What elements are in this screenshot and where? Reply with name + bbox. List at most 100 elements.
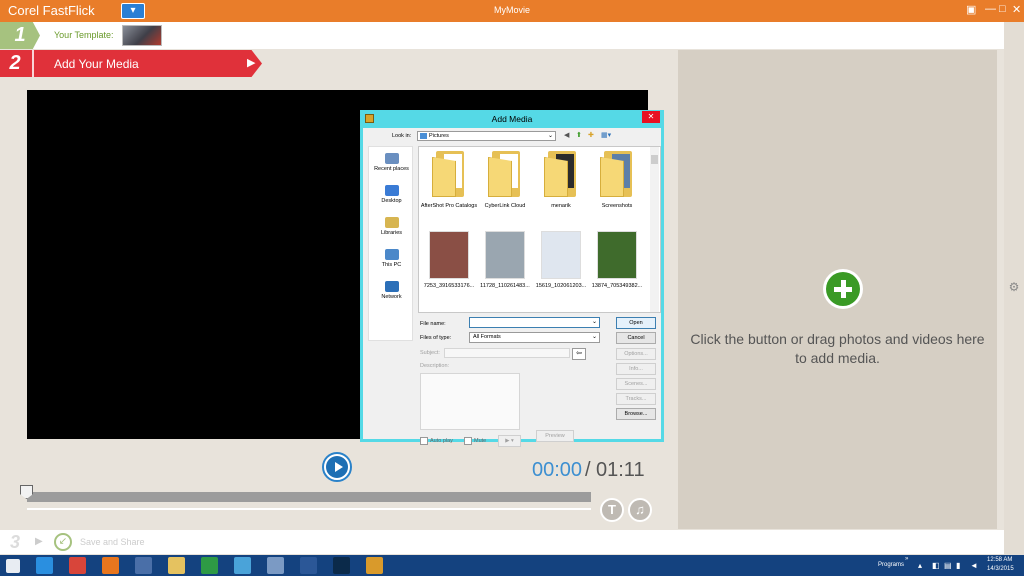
file-item-label: Screenshots [601, 203, 633, 209]
total-time: 01:11 [596, 459, 645, 481]
clock-date[interactable]: 14/3/2015 [987, 566, 1014, 572]
calculator-icon[interactable] [267, 557, 284, 574]
auto-play-label: Auto play [430, 438, 453, 444]
file-item[interactable]: 11728_110261483... [475, 231, 535, 289]
document-title: MyMovie [493, 5, 530, 15]
internet-explorer-icon[interactable] [36, 557, 53, 574]
files-of-type-select[interactable]: All Formats ⌄ [469, 332, 600, 343]
windows-start-icon[interactable] [6, 559, 20, 573]
toolbar-expand-icon[interactable]: » [905, 556, 908, 562]
file-item[interactable]: Screenshots [587, 151, 647, 209]
file-item[interactable]: CyberLink Cloud [475, 151, 535, 209]
file-list-scrollbar[interactable] [650, 147, 659, 312]
place-label: Network [381, 294, 402, 300]
clock-time[interactable]: 12:58 AM [987, 557, 1012, 563]
media-icon[interactable] [135, 557, 152, 574]
place-label: Desktop [381, 198, 402, 204]
file-item[interactable]: 15619_102061203... [531, 231, 591, 289]
help-icon[interactable]: ▣ [966, 3, 976, 16]
save-share-icon: ↙ [54, 533, 72, 551]
recent-places-icon [384, 153, 399, 164]
place-recent[interactable]: Recent places [369, 153, 414, 172]
chevron-down-icon: ⌄ [591, 334, 597, 340]
chrome-icon[interactable] [69, 557, 86, 574]
network-icon [384, 281, 399, 292]
file-explorer-icon[interactable] [168, 557, 185, 574]
tracks-button[interactable]: Tracks... [616, 393, 656, 405]
step-2-add-media[interactable]: 2 Add Your Media ▶ [0, 50, 262, 77]
title-text-button[interactable]: T [600, 498, 624, 522]
programs-toolbar-label[interactable]: Programs [878, 562, 904, 568]
cancel-button[interactable]: Cancel [616, 332, 656, 344]
step-1-template[interactable]: 1 Your Template: [0, 22, 1004, 49]
play-dropdown-button[interactable]: ▶ ▾ [498, 435, 521, 447]
new-folder-icon[interactable]: ✚ [588, 131, 594, 139]
file-item[interactable]: AfterShot Pro Catalogs [419, 151, 479, 209]
timeline-scrubber[interactable] [27, 492, 591, 502]
place-desktop[interactable]: Desktop [369, 185, 414, 204]
step-1-number: 1 [0, 22, 40, 49]
battery-icon[interactable]: ▮ [956, 561, 960, 570]
dialog-close-button[interactable]: ✕ [642, 111, 660, 123]
fastflick-icon[interactable] [366, 557, 383, 574]
folder-icon [420, 133, 427, 139]
file-item[interactable]: 7253_3916533176... [419, 231, 479, 289]
description-label: Description: [420, 363, 450, 369]
file-item-label: 7253_3916533176... [423, 283, 475, 289]
step-3-chevron-icon: ▶ [35, 536, 43, 547]
step-3-save-share[interactable]: 3 ▶ ↙ Save and Share [0, 530, 1004, 554]
tray-chevron-icon[interactable]: ▴ [918, 561, 922, 570]
volume-icon[interactable]: ◄ [970, 561, 978, 570]
view-menu-icon[interactable]: ▦▾ [601, 131, 611, 139]
paint-icon[interactable] [234, 557, 251, 574]
place-label: Recent places [374, 166, 409, 172]
auto-play-checkbox[interactable] [420, 437, 428, 445]
scenes-button[interactable]: Scenes... [616, 378, 656, 390]
store-icon[interactable] [201, 557, 218, 574]
word-icon[interactable] [300, 557, 317, 574]
place-libraries[interactable]: Libraries [369, 217, 414, 236]
image-thumbnail [597, 231, 637, 279]
open-button[interactable]: Open [616, 317, 656, 329]
tray-app-icon[interactable]: ◧ [932, 561, 940, 570]
file-item-label: 13874_705349382... [591, 283, 643, 289]
firefox-icon[interactable] [102, 557, 119, 574]
preview-button[interactable]: Preview [536, 430, 574, 442]
look-in-select[interactable]: Pictures ⌄ [417, 131, 556, 141]
mute-checkbox[interactable] [464, 437, 472, 445]
look-in-value: Pictures [429, 133, 449, 139]
template-thumbnail[interactable] [122, 25, 162, 46]
place-network[interactable]: Network [369, 281, 414, 300]
windows-taskbar: Programs » ▴ ◧ ▤ ▮ ◄ 12:58 AM 14/3/2015 [0, 555, 1024, 576]
maximize-button[interactable]: □ [999, 3, 1006, 15]
music-button[interactable]: ♫ [628, 498, 652, 522]
subject-arrow-icon[interactable]: ⇦ [572, 348, 586, 360]
minimize-button[interactable]: — [985, 3, 996, 15]
close-button[interactable]: ✕ [1012, 3, 1021, 16]
network-tray-icon[interactable]: ▤ [944, 561, 952, 570]
chevron-down-icon: ⌄ [591, 319, 597, 325]
gear-icon[interactable]: ⚙ [1006, 280, 1022, 294]
file-list[interactable]: AfterShot Pro Catalogs CyberLink Cloud m… [418, 146, 661, 313]
play-button[interactable] [322, 452, 352, 482]
photoshop-icon[interactable] [333, 557, 350, 574]
file-item[interactable]: menarik [531, 151, 591, 209]
file-item[interactable]: 13874_705349382... [587, 231, 647, 289]
options-button[interactable]: Options... [616, 348, 656, 360]
desktop-icon [384, 185, 399, 196]
up-folder-icon[interactable]: ⬆ [576, 131, 582, 139]
place-this-pc[interactable]: This PC [369, 249, 414, 268]
add-media-hint: Click the button or drag photos and vide… [690, 331, 985, 366]
chevron-down-icon: ⌄ [547, 133, 553, 139]
step-2-arrow-icon: ▶ [247, 57, 256, 69]
file-name-input[interactable]: ⌄ [469, 317, 600, 328]
step-3-label: Save and Share [80, 537, 145, 547]
browse-button[interactable]: Browse... [616, 408, 656, 420]
add-media-button[interactable] [823, 269, 863, 309]
info-button[interactable]: Info... [616, 363, 656, 375]
add-media-dialog: Add Media ✕ Look in: Pictures ⌄ ◀ ⬆ ✚ ▦▾… [360, 110, 664, 447]
step-divider [32, 50, 34, 77]
back-icon[interactable]: ◀ [564, 131, 569, 139]
time-separator: / [585, 459, 591, 481]
folder-icon [488, 151, 522, 197]
